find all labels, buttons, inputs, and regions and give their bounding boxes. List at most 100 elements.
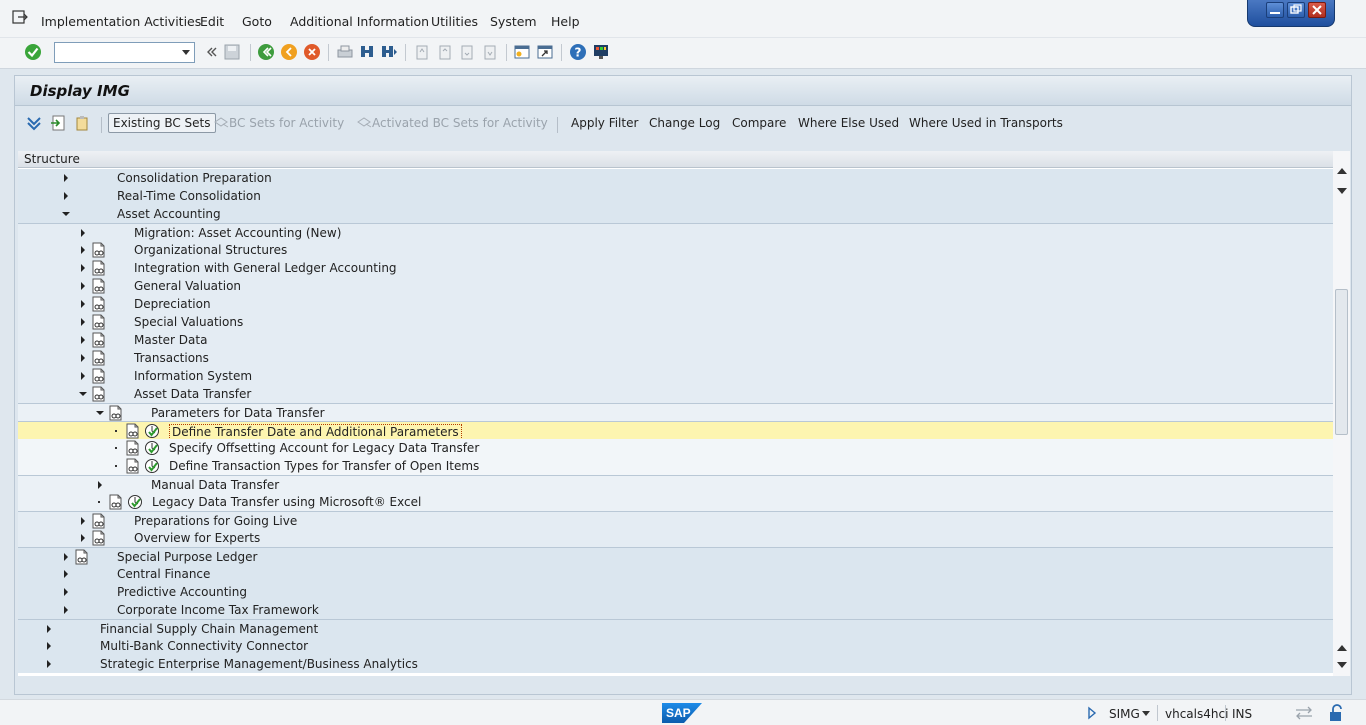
print-icon[interactable] — [336, 43, 354, 61]
tree-node[interactable]: Information System — [18, 367, 1333, 385]
expand-arrow-icon[interactable] — [81, 282, 85, 290]
expand-arrow-icon[interactable] — [64, 606, 68, 614]
expand-arrow-icon[interactable] — [64, 174, 68, 182]
expand-arrow-icon[interactable] — [81, 517, 85, 525]
tree-node[interactable]: Define Transaction Types for Transfer of… — [18, 457, 1333, 475]
expand-subtree-icon[interactable] — [26, 115, 42, 131]
tree-node[interactable]: Define Transfer Date and Additional Para… — [18, 421, 1333, 440]
expand-arrow-icon[interactable] — [64, 192, 68, 200]
collapse-arrow-icon[interactable] — [96, 411, 104, 415]
execute-activity-icon[interactable] — [127, 494, 143, 510]
exit-icon[interactable] — [280, 43, 298, 61]
tree-node[interactable]: Consolidation Preparation — [18, 169, 1333, 187]
documentation-icon[interactable] — [92, 314, 105, 330]
shortcut-icon[interactable] — [536, 43, 554, 61]
tree-node[interactable]: Asset Accounting — [18, 205, 1333, 223]
menu-goto[interactable]: Goto — [242, 14, 272, 29]
save-icon[interactable] — [223, 43, 241, 61]
documentation-icon[interactable] — [92, 242, 105, 258]
expand-arrow-icon[interactable] — [64, 570, 68, 578]
menu-implementation-activities[interactable]: Implementation Activities — [41, 14, 201, 29]
lock-icon[interactable] — [1328, 704, 1344, 722]
documentation-icon[interactable] — [92, 513, 105, 529]
tree-node[interactable]: Strategic Enterprise Management/Business… — [18, 655, 1333, 673]
tree-node[interactable]: Migration: Asset Accounting (New) — [18, 223, 1333, 241]
documentation-icon[interactable] — [92, 530, 105, 546]
documentation-icon[interactable] — [92, 260, 105, 276]
enter-check-icon[interactable] — [24, 43, 42, 61]
expand-arrow-icon[interactable] — [81, 318, 85, 326]
expand-arrow-icon[interactable] — [81, 229, 85, 237]
documentation-icon[interactable] — [109, 494, 122, 510]
tree-node[interactable]: Manual Data Transfer — [18, 475, 1333, 493]
tree-node[interactable]: Multi-Bank Connectivity Connector — [18, 637, 1333, 655]
expand-arrow-icon[interactable] — [81, 300, 85, 308]
collapse-arrow-icon[interactable] — [62, 212, 70, 216]
expand-arrow-icon[interactable] — [64, 553, 68, 561]
tree-node[interactable]: Master Data — [18, 331, 1333, 349]
compare-button[interactable]: Compare — [732, 116, 786, 130]
previous-page-icon[interactable] — [436, 43, 454, 61]
scrollbar-thumb[interactable] — [1335, 289, 1348, 435]
find-icon[interactable] — [358, 43, 376, 61]
execute-activity-icon[interactable] — [144, 423, 160, 439]
expand-arrow-icon[interactable] — [81, 354, 85, 362]
change-log-button[interactable]: Change Log — [649, 116, 720, 130]
cancel-icon[interactable] — [303, 43, 321, 61]
expand-arrow-icon[interactable] — [47, 642, 51, 650]
tree-node[interactable]: Asset Data Transfer — [18, 385, 1333, 403]
command-field[interactable] — [54, 42, 195, 63]
expand-arrow-icon[interactable] — [81, 534, 85, 542]
documentation-icon[interactable] — [92, 278, 105, 294]
tree-node[interactable]: Legacy Data Transfer using Microsoft® Ex… — [18, 493, 1333, 511]
menu-utilities[interactable]: Utilities — [431, 14, 478, 29]
expand-arrow-icon[interactable] — [81, 372, 85, 380]
activated-bc-sets-button[interactable]: Activated BC Sets for Activity — [357, 116, 548, 130]
execute-activity-icon[interactable] — [144, 440, 160, 456]
maximize-button[interactable] — [1287, 2, 1305, 18]
expand-arrow-icon[interactable] — [47, 625, 51, 633]
double-chevron-left-icon[interactable] — [203, 43, 221, 61]
where-else-used-button[interactable]: Where Else Used — [798, 116, 899, 130]
clipboard-icon[interactable] — [74, 115, 90, 131]
tree-node[interactable]: Corporate Income Tax Framework — [18, 601, 1333, 619]
first-page-icon[interactable] — [413, 43, 431, 61]
scroll-down-arrow-icon[interactable] — [1337, 188, 1347, 194]
documentation-icon[interactable] — [126, 458, 139, 474]
find-next-icon[interactable] — [380, 43, 398, 61]
expand-arrow-icon[interactable] — [81, 246, 85, 254]
customize-layout-icon[interactable] — [592, 43, 610, 61]
trace-icon[interactable] — [1294, 705, 1314, 721]
tree-node[interactable]: Real-Time Consolidation — [18, 187, 1333, 205]
documentation-icon[interactable] — [92, 296, 105, 312]
expand-arrow-icon[interactable] — [81, 336, 85, 344]
scroll-up-arrow-icon[interactable] — [1337, 645, 1347, 651]
execute-activity-icon[interactable] — [144, 458, 160, 474]
tree-node[interactable]: General Valuation — [18, 277, 1333, 295]
where-used-in-transports-button[interactable]: Where Used in Transports — [909, 116, 1063, 130]
documentation-icon[interactable] — [109, 405, 122, 421]
tree-node[interactable]: Special Valuations — [18, 313, 1333, 331]
expand-arrow-icon[interactable] — [98, 481, 102, 489]
tree-node[interactable]: Parameters for Data Transfer — [18, 403, 1333, 421]
expand-arrow-icon[interactable] — [47, 660, 51, 668]
documentation-icon[interactable] — [92, 332, 105, 348]
tree-node[interactable]: Integration with General Ledger Accounti… — [18, 259, 1333, 277]
chevron-down-icon[interactable] — [1142, 711, 1150, 716]
tree-node[interactable]: Central Finance — [18, 565, 1333, 583]
tree-node[interactable]: Overview for Experts — [18, 529, 1333, 547]
collapse-arrow-icon[interactable] — [79, 392, 87, 396]
position-icon[interactable] — [50, 115, 66, 131]
tree-node[interactable]: Predictive Accounting — [18, 583, 1333, 601]
scroll-up-arrow-icon[interactable] — [1337, 168, 1347, 174]
close-button[interactable] — [1308, 2, 1326, 18]
menu-help[interactable]: Help — [551, 14, 580, 29]
menu-system[interactable]: System — [490, 14, 537, 29]
vertical-scrollbar[interactable] — [1333, 151, 1350, 676]
documentation-icon[interactable] — [92, 368, 105, 384]
expand-arrow-icon[interactable] — [64, 588, 68, 596]
documentation-icon[interactable] — [75, 549, 88, 565]
scroll-down-arrow-icon[interactable] — [1337, 662, 1347, 668]
documentation-icon[interactable] — [92, 386, 105, 402]
play-icon[interactable] — [1087, 706, 1097, 720]
